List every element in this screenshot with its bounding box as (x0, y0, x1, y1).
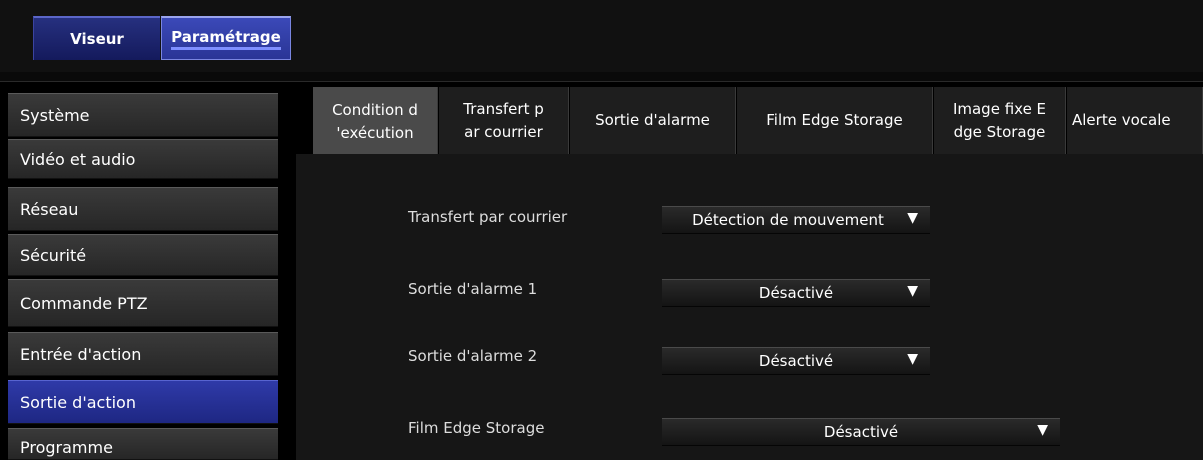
tab-bar: Condition d 'exécution Transfert p ar co… (296, 82, 1203, 157)
tab-label: Alerte vocale (1072, 111, 1171, 129)
sidebar-item-securite[interactable]: Sécurité (8, 234, 278, 276)
tab-condition-execution[interactable]: Condition d 'exécution (313, 87, 438, 157)
tab-transfert-courrier[interactable]: Transfert p ar courrier (439, 87, 569, 154)
tab-label: Image fixe E dge Storage (952, 99, 1047, 141)
sortie-alarme-2-select[interactable]: Désactivé ▼ (662, 347, 930, 375)
transfert-courrier-label: Transfert par courrier (408, 208, 568, 226)
select-value: Désactivé (758, 352, 834, 370)
chevron-down-icon: ▼ (907, 283, 918, 299)
sidebar-item-label: Sortie d'action (20, 392, 136, 412)
tab-film-edge-storage[interactable]: Film Edge Storage (737, 87, 933, 154)
sidebar-item-entree-action[interactable]: Entrée d'action (8, 332, 278, 376)
film-edge-storage-select[interactable]: Désactivé ▼ (662, 418, 1060, 446)
select-value: Désactivé (823, 423, 899, 441)
tab-label: Condition d 'exécution (332, 101, 418, 142)
header-divider (0, 72, 1203, 82)
sidebar-item-systeme[interactable]: Système (8, 93, 278, 137)
top-bar: Viseur Paramétrage (0, 0, 1203, 72)
sidebar-item-commande-ptz[interactable]: Commande PTZ (8, 279, 278, 327)
sidebar-item-label: Programme (20, 438, 113, 457)
chevron-down-icon: ▼ (907, 351, 918, 367)
tab-sortie-alarme[interactable]: Sortie d'alarme (570, 87, 736, 154)
tab-label: Transfert p ar courrier (463, 99, 544, 141)
transfert-courrier-select[interactable]: Détection de mouvement ▼ (662, 206, 930, 234)
settings-form: Transfert par courrier Détection de mouv… (296, 154, 1203, 460)
sortie-alarme-2-label: Sortie d'alarme 2 (408, 347, 538, 365)
tab-parametrage[interactable]: Paramétrage (161, 16, 291, 60)
sidebar-item-label: Système (20, 105, 90, 125)
sidebar-item-reseau[interactable]: Réseau (8, 187, 278, 231)
select-value: Détection de mouvement (692, 211, 884, 229)
tab-label: Film Edge Storage (766, 111, 903, 129)
tab-parametrage-label: Paramétrage (171, 28, 281, 50)
tab-viseur-label: Viseur (70, 30, 124, 48)
chevron-down-icon: ▼ (1037, 422, 1048, 438)
sidebar-item-programme[interactable]: Programme (8, 428, 278, 460)
tab-label: Sortie d'alarme (595, 111, 710, 129)
chevron-down-icon: ▼ (907, 210, 918, 226)
sidebar: Système Vidéo et audio Réseau Sécurité C… (0, 82, 290, 460)
tab-viseur[interactable]: Viseur (33, 16, 160, 60)
main-panel: Condition d 'exécution Transfert p ar co… (296, 82, 1203, 460)
sidebar-item-label: Commande PTZ (20, 293, 148, 313)
sortie-alarme-1-label: Sortie d'alarme 1 (408, 280, 538, 298)
tab-image-fixe-edge-storage[interactable]: Image fixe E dge Storage (934, 87, 1066, 154)
sortie-alarme-1-select[interactable]: Désactivé ▼ (662, 279, 930, 307)
sidebar-item-video-audio[interactable]: Vidéo et audio (8, 139, 278, 179)
sidebar-item-label: Réseau (20, 199, 79, 219)
film-edge-storage-label: Film Edge Storage (408, 419, 545, 437)
select-value: Désactivé (758, 284, 834, 302)
sidebar-item-label: Entrée d'action (20, 344, 142, 364)
tab-alerte-vocale[interactable]: Alerte vocale (1067, 87, 1203, 154)
sidebar-item-label: Vidéo et audio (20, 149, 136, 169)
sidebar-item-label: Sécurité (20, 245, 87, 265)
sidebar-item-sortie-action[interactable]: Sortie d'action (8, 380, 278, 424)
